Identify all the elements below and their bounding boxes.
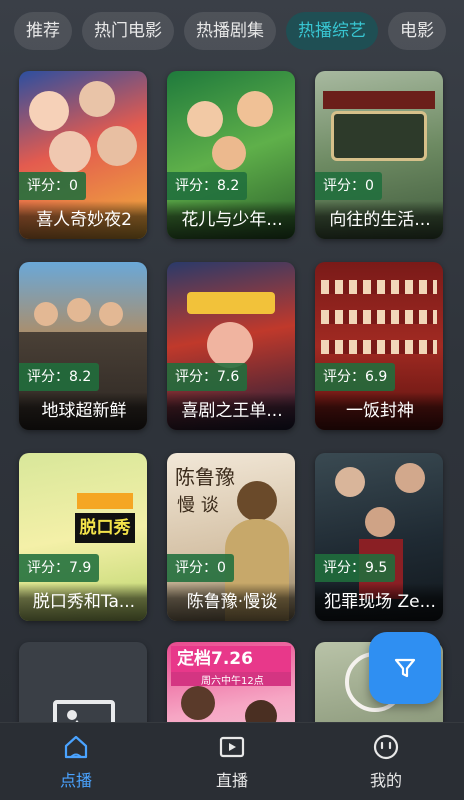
poster-text: 慢 谈 [177,495,219,516]
title-bar: 向往的生活... [315,201,443,239]
nav-item-profile[interactable]: 我的 [326,723,446,800]
title-bar: 犯罪现场 Ze... [315,583,443,621]
poster-text: 定档7.26 [171,646,291,672]
bottom-nav: 点播 直播 我的 [0,722,464,800]
nav-label: 直播 [215,771,248,790]
card-title: 向往的生活... [329,210,431,230]
rating-badge: 评分：0 [19,172,86,200]
title-bar: 脱口秀和Ta... [19,583,147,621]
poster-image: 定档7.26 周六中午12点 [167,642,295,722]
title-bar: 一饭封神 [315,392,443,430]
title-bar: 地球超新鲜 [19,392,147,430]
poster-card[interactable]: 评分：8.2 花儿与少年... [167,71,295,239]
filter-icon [394,658,416,678]
poster-card[interactable]: 评分：9.5 犯罪现场 Ze... [315,453,443,621]
poster-card[interactable]: 脱口秀 评分：7.9 脱口秀和Ta... [19,453,147,621]
image-placeholder-icon [53,700,115,722]
nav-item-live[interactable]: 直播 [172,723,292,800]
tab-hot-movies[interactable]: 热门电影 [82,12,174,50]
rating-badge: 评分：8.2 [19,363,100,391]
poster-card[interactable]: 定档7.26 周六中午12点 [167,642,295,722]
title-bar: 喜人奇妙夜2 [19,201,147,239]
poster-card[interactable]: 评分：8.2 地球超新鲜 [19,262,147,430]
poster-card[interactable]: 评分：6.9 一饭封神 [315,262,443,430]
play-screen-icon [219,736,245,758]
nav-label: 点播 [59,771,92,790]
rating-badge: 评分：8.2 [167,172,248,200]
poster-card[interactable]: 陈鲁豫 慢 谈 评分：0 陈鲁豫·慢谈 [167,453,295,621]
rating-badge: 评分：0 [315,172,382,200]
title-bar: 喜剧之王单... [167,392,295,430]
card-title: 犯罪现场 Ze... [324,592,436,612]
tab-hot-variety[interactable]: 热播综艺 [286,12,378,50]
poster-card[interactable]: 评分：0 向往的生活... [315,71,443,239]
rating-badge: 评分：9.5 [315,554,396,582]
nav-label: 我的 [369,771,402,790]
card-title: 喜剧之王单... [181,401,283,421]
poster-text: 周六中午12点 [171,672,291,687]
rating-badge: 评分：7.9 [19,554,100,582]
card-title: 喜人奇妙夜2 [36,210,132,230]
rating-badge: 评分：7.6 [167,363,248,391]
poster-card[interactable] [19,642,147,722]
poster-placeholder [19,642,147,722]
title-bar: 花儿与少年... [167,201,295,239]
card-title: 一饭封神 [346,401,414,421]
card-title: 陈鲁豫·慢谈 [186,592,278,612]
rating-badge: 评分：0 [167,554,234,582]
tab-hot-series[interactable]: 热播剧集 [184,12,276,50]
filter-button[interactable] [369,632,441,704]
poster-card[interactable]: 评分：0 喜人奇妙夜2 [19,71,147,239]
tab-recommend[interactable]: 推荐 [14,12,72,50]
category-tabs: 推荐 热门电影 热播剧集 热播综艺 电影 [0,12,464,56]
nav-item-vod[interactable]: 点播 [16,723,136,800]
smiley-face-icon [373,734,399,760]
poster-text: 陈鲁豫 [175,465,235,489]
tab-movies[interactable]: 电影 [388,12,446,50]
rating-badge: 评分：6.9 [315,363,396,391]
card-title: 花儿与少年... [181,210,283,230]
card-title: 地球超新鲜 [41,401,127,421]
poster-text: 脱口秀 [75,513,135,543]
title-bar: 陈鲁豫·慢谈 [167,583,295,621]
poster-card[interactable]: 评分：7.6 喜剧之王单... [167,262,295,430]
poster-grid: 评分：0 喜人奇妙夜2 评分：8.2 花儿与少年... 评分：0 向往的生活..… [0,0,464,722]
home-icon [64,735,88,759]
card-title: 脱口秀和Ta... [32,592,136,612]
